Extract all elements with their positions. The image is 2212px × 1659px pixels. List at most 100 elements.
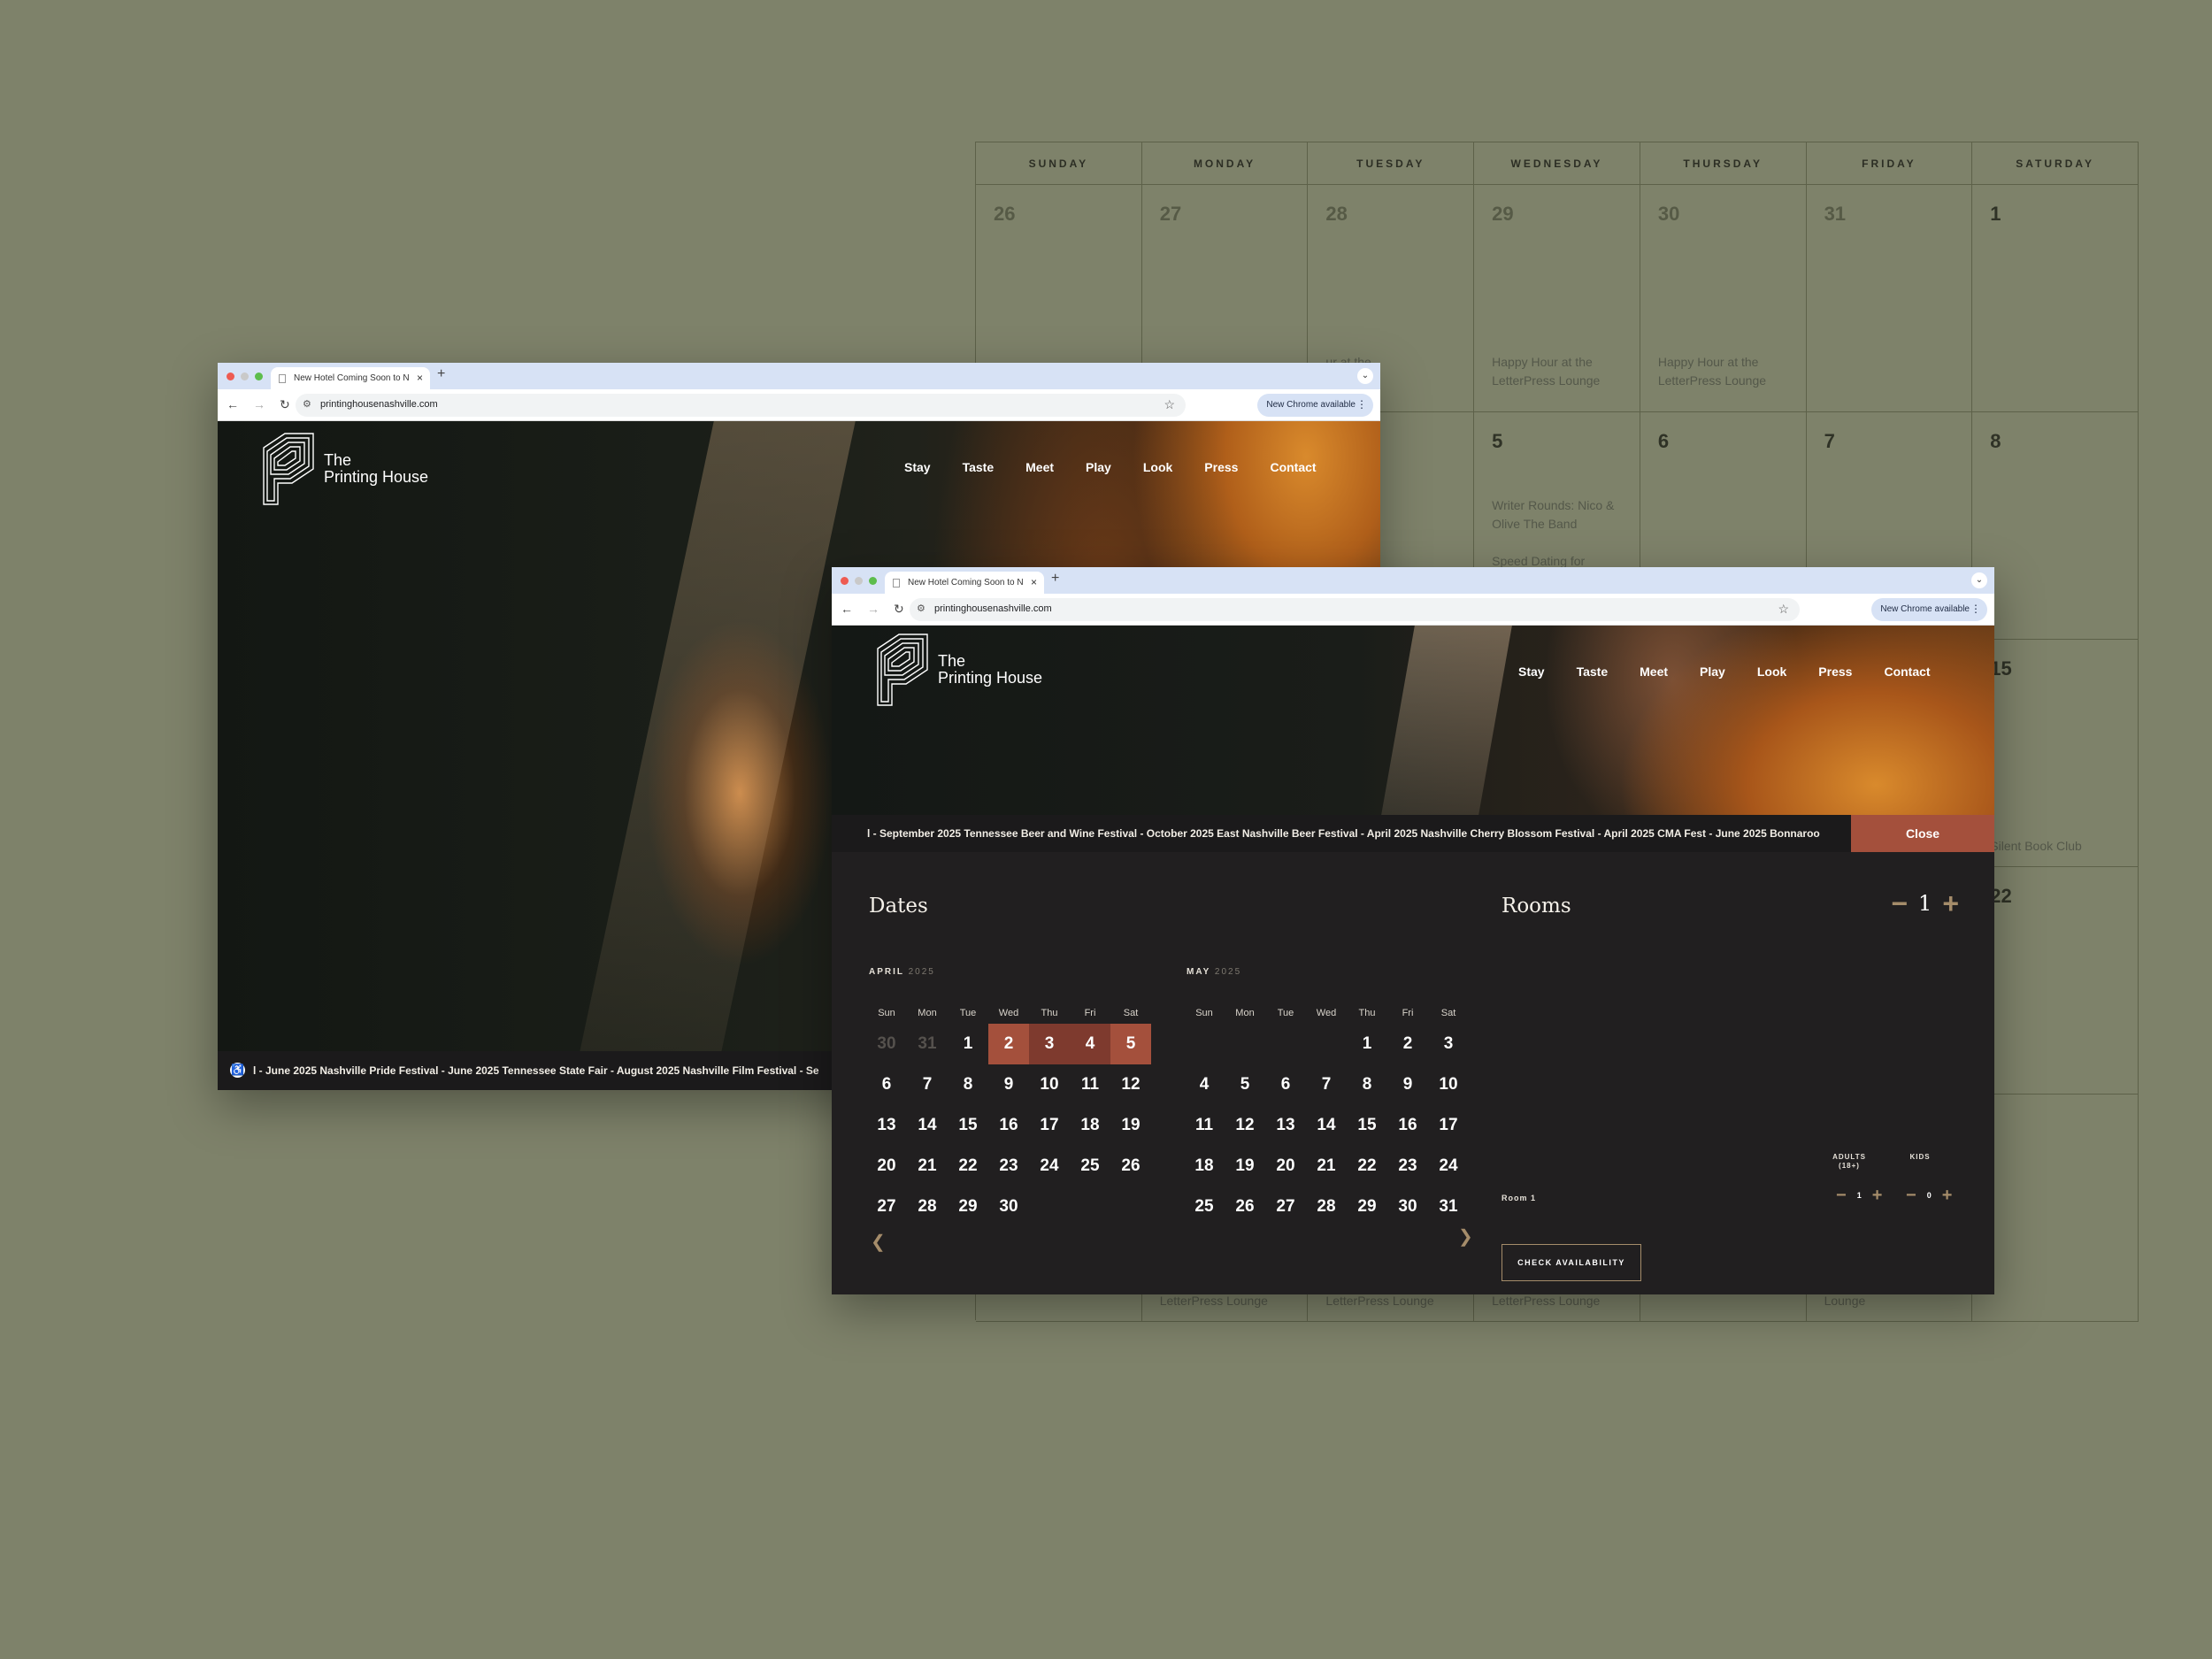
nav-taste[interactable]: Taste — [963, 460, 995, 474]
day-cell[interactable]: 23 — [1387, 1146, 1428, 1187]
window-controls[interactable] — [841, 577, 877, 585]
nav-meet[interactable]: Meet — [1025, 460, 1054, 474]
tab-search-icon[interactable]: ⌄ — [1357, 368, 1373, 384]
day-cell[interactable]: 17 — [1428, 1105, 1469, 1146]
day-cell[interactable]: 26 — [1225, 1187, 1265, 1227]
day-cell[interactable]: 29 — [1347, 1187, 1387, 1227]
kids-plus-button[interactable]: + — [1942, 1187, 1953, 1204]
day-cell[interactable]: 27 — [1265, 1187, 1306, 1227]
day-cell[interactable]: 13 — [866, 1105, 907, 1146]
calendar-event[interactable]: Silent Book Club — [1990, 837, 2082, 856]
kids-minus-button[interactable]: − — [1906, 1187, 1916, 1204]
nav-contact[interactable]: Contact — [1270, 460, 1316, 474]
day-cell[interactable]: 10 — [1428, 1064, 1469, 1105]
more-icon[interactable]: ⋮ — [1356, 398, 1367, 411]
day-cell[interactable]: 15 — [1347, 1105, 1387, 1146]
back-icon[interactable]: ← — [841, 602, 853, 617]
day-cell[interactable]: 21 — [1306, 1146, 1347, 1187]
day-cell[interactable]: 22 — [948, 1146, 988, 1187]
day-cell[interactable]: 24 — [1029, 1146, 1070, 1187]
nav-taste[interactable]: Taste — [1577, 664, 1609, 679]
nav-play[interactable]: Play — [1700, 664, 1725, 679]
calendar-event[interactable]: Happy Hour at the — [1492, 353, 1593, 372]
day-cell[interactable]: 23 — [988, 1146, 1029, 1187]
day-cell[interactable]: 22 — [1347, 1146, 1387, 1187]
calendar-event[interactable]: Olive The Band — [1492, 515, 1577, 534]
day-cell[interactable]: 1 — [948, 1024, 988, 1064]
more-icon[interactable]: ⋮ — [1970, 603, 1981, 615]
day-cell[interactable]: 12 — [1110, 1064, 1151, 1105]
nav-contact[interactable]: Contact — [1884, 664, 1930, 679]
nav-press[interactable]: Press — [1204, 460, 1238, 474]
address-bar[interactable]: ⚙ printinghousenashville.com ☆ — [296, 394, 1186, 417]
day-cell[interactable]: 20 — [1265, 1146, 1306, 1187]
day-cell[interactable]: 10 — [1029, 1064, 1070, 1105]
new-tab-button[interactable]: + — [1051, 571, 1059, 587]
day-cell[interactable]: 11 — [1070, 1064, 1110, 1105]
forward-icon[interactable]: → — [867, 602, 879, 617]
day-cell[interactable]: 18 — [1184, 1146, 1225, 1187]
site-logo[interactable]: The Printing House — [874, 631, 1042, 709]
nav-stay[interactable]: Stay — [1518, 664, 1545, 679]
day-cell[interactable]: 8 — [1347, 1064, 1387, 1105]
calendar-event[interactable]: LetterPress Lounge — [1658, 372, 1766, 390]
calendar-event[interactable]: LetterPress Lounge — [1325, 1292, 1433, 1310]
close-tab-icon[interactable]: × — [417, 372, 423, 384]
day-cell[interactable]: 1 — [1347, 1024, 1387, 1064]
calendar-event[interactable]: Happy Hour at the — [1658, 353, 1759, 372]
calendar-event[interactable]: LetterPress Lounge — [1492, 1292, 1600, 1310]
day-cell[interactable]: 4 — [1070, 1024, 1110, 1064]
adults-minus-button[interactable]: − — [1836, 1187, 1847, 1204]
browser-tab[interactable]: New Hotel Coming Soon to N × — [885, 572, 1044, 594]
day-cell[interactable]: 25 — [1070, 1146, 1110, 1187]
site-info-icon[interactable]: ⚙ — [303, 398, 311, 410]
next-month-button[interactable]: ❯ — [1458, 1225, 1473, 1248]
day-cell[interactable]: 14 — [907, 1105, 948, 1146]
reload-icon[interactable]: ↻ — [280, 397, 290, 412]
calendar-event[interactable]: Writer Rounds: Nico & — [1492, 496, 1614, 515]
day-cell[interactable]: 31 — [1428, 1187, 1469, 1227]
day-cell[interactable]: 2 — [988, 1024, 1029, 1064]
day-cell[interactable]: 5 — [1225, 1064, 1265, 1105]
day-cell[interactable]: 26 — [1110, 1146, 1151, 1187]
site-logo[interactable]: The Printing House — [260, 430, 428, 508]
day-cell[interactable]: 29 — [948, 1187, 988, 1227]
day-cell[interactable]: 19 — [1110, 1105, 1151, 1146]
nav-stay[interactable]: Stay — [904, 460, 931, 474]
accessibility-icon[interactable]: ♿ — [230, 1063, 245, 1078]
browser-tab[interactable]: New Hotel Coming Soon to N × — [271, 367, 430, 389]
day-cell[interactable]: 30 — [988, 1187, 1029, 1227]
day-cell[interactable]: 8 — [948, 1064, 988, 1105]
nav-press[interactable]: Press — [1818, 664, 1852, 679]
close-button[interactable]: Close — [1851, 815, 1994, 852]
day-cell[interactable]: 17 — [1029, 1105, 1070, 1146]
day-cell[interactable]: 25 — [1184, 1187, 1225, 1227]
day-cell[interactable]: 9 — [1387, 1064, 1428, 1105]
day-cell[interactable]: 16 — [1387, 1105, 1428, 1146]
day-cell[interactable]: 24 — [1428, 1146, 1469, 1187]
site-info-icon[interactable]: ⚙ — [917, 603, 926, 614]
calendar-event[interactable]: LetterPress Lounge — [1492, 372, 1600, 390]
day-cell[interactable]: 9 — [988, 1064, 1029, 1105]
back-icon[interactable]: ← — [227, 397, 239, 412]
day-cell[interactable]: 21 — [907, 1146, 948, 1187]
day-cell[interactable]: 20 — [866, 1146, 907, 1187]
nav-meet[interactable]: Meet — [1640, 664, 1668, 679]
window-controls[interactable] — [227, 373, 263, 380]
chrome-update-button[interactable]: New Chrome available ⋮ — [1257, 394, 1373, 417]
reload-icon[interactable]: ↻ — [894, 602, 904, 617]
new-tab-button[interactable]: + — [437, 366, 445, 382]
calendar-event[interactable]: Lounge — [1824, 1292, 1866, 1310]
day-cell[interactable]: 6 — [866, 1064, 907, 1105]
day-cell[interactable]: 3 — [1428, 1024, 1469, 1064]
tab-search-icon[interactable]: ⌄ — [1971, 572, 1987, 588]
check-availability-button[interactable]: CHECK AVAILABILITY — [1502, 1244, 1641, 1281]
nav-play[interactable]: Play — [1086, 460, 1111, 474]
day-cell[interactable]: 28 — [907, 1187, 948, 1227]
prev-month-button[interactable]: ❮ — [871, 1231, 886, 1253]
day-cell[interactable]: 19 — [1225, 1146, 1265, 1187]
adults-plus-button[interactable]: + — [1872, 1187, 1883, 1204]
nav-look[interactable]: Look — [1757, 664, 1786, 679]
day-cell[interactable]: 2 — [1387, 1024, 1428, 1064]
day-cell[interactable]: 3 — [1029, 1024, 1070, 1064]
